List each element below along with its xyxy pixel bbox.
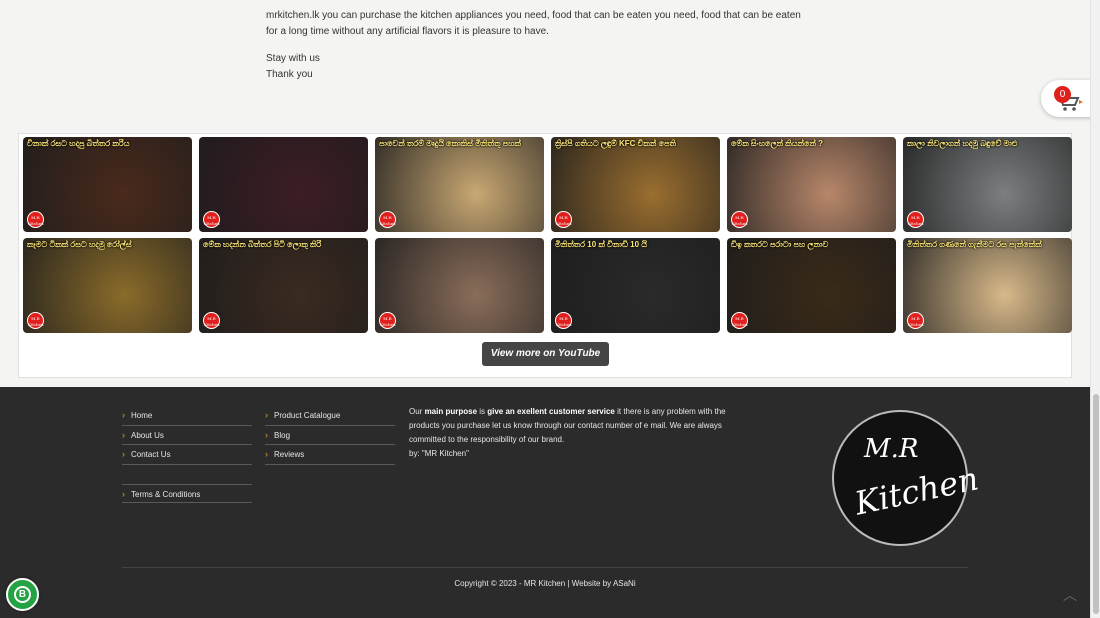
video-thumbnail[interactable]: මේක හදන්න බිත්තර පිටි ලොකු කිරි M.R Kitche… bbox=[199, 238, 368, 333]
chevron-right-icon: › bbox=[265, 410, 268, 420]
intro-line-stay: Stay with us bbox=[266, 53, 320, 64]
footer-spacer bbox=[122, 465, 252, 484]
video-caption: කාලා නිවලාගන් හදමු බඳුවේ මාළු bbox=[907, 139, 1018, 148]
footer-link-blog[interactable]: › Blog bbox=[265, 426, 395, 445]
whatsapp-chat-button[interactable]: B bbox=[6, 578, 39, 611]
video-caption: මිනිත්තර 10 ක් විනාඩි 10 යි bbox=[555, 240, 648, 249]
chevron-right-icon: › bbox=[122, 410, 125, 420]
channel-logo-icon: M.R Kitchen bbox=[907, 211, 924, 228]
video-thumbnail[interactable]: විනාක් රසට හදපු බිත්තර කරිය M.R Kitchen bbox=[23, 137, 192, 232]
footer-divider bbox=[122, 567, 968, 568]
video-thumbnail[interactable]: කාලා නිවලාගන් හදමු බඳුවේ මාළු M.R Kitchen bbox=[903, 137, 1072, 232]
channel-logo-icon: M.R Kitchen bbox=[203, 312, 220, 329]
video-caption: මේක හදන්න බිත්තර පිටි ලොකු කිරි bbox=[203, 240, 322, 249]
channel-logo-icon: M.R Kitchen bbox=[379, 312, 396, 329]
footer-links-column-1: › Home › About Us › Contact Us › Terms & Con… bbox=[122, 406, 252, 503]
footer-links-column-2: › Product Catalogue › Blog › Reviews bbox=[265, 406, 395, 465]
video-caption: මිනිත්තර ගණනේ ගැනීමට රස පැන්කේක් bbox=[907, 240, 1042, 249]
about-signature: by: "MR Kitchen" bbox=[409, 449, 469, 458]
chevron-right-icon: › bbox=[122, 429, 125, 440]
intro-text: mrkitchen.lk you can purchase the kitche… bbox=[266, 8, 826, 94]
video-caption: විනාක් රසට හදපු බිත්තර කරිය bbox=[27, 139, 130, 148]
view-more-youtube-button[interactable]: View more on YouTube bbox=[482, 342, 609, 366]
footer-link-terms[interactable]: › Terms & Conditions bbox=[122, 483, 252, 503]
channel-logo-icon: M.R Kitchen bbox=[203, 211, 220, 228]
channel-logo-icon: M.R Kitchen bbox=[555, 312, 572, 329]
chevron-right-icon: › bbox=[265, 449, 268, 459]
video-grid: විනාක් රසට හදපු බිත්තර කරිය M.R Kitchen M.R… bbox=[23, 137, 1072, 333]
channel-logo-icon: M.R Kitchen bbox=[27, 211, 44, 228]
chevron-right-icon: › bbox=[122, 488, 125, 499]
video-thumbnail[interactable]: මිනිත්තර ගණනේ ගැනීමට රස පැන්කේක් M.R Kitch… bbox=[903, 238, 1072, 333]
video-caption: මේක සිංහලෙන් කියන්නේ ? bbox=[731, 139, 824, 148]
site-footer: › Home › About Us › Contact Us › Terms & Con… bbox=[0, 387, 1090, 618]
copyright-text: Copyright © 2023 - MR Kitchen | Website … bbox=[454, 579, 636, 588]
footer-link-product-catalogue[interactable]: › Product Catalogue bbox=[265, 406, 395, 426]
footer-link-home[interactable]: › Home bbox=[122, 406, 252, 426]
footer-link-reviews[interactable]: › Reviews bbox=[265, 445, 395, 465]
video-thumbnail[interactable]: M.R Kitchen bbox=[375, 238, 544, 333]
channel-logo-icon: M.R Kitchen bbox=[379, 211, 396, 228]
floating-cart-button[interactable]: 0 bbox=[1041, 80, 1093, 117]
video-thumbnail[interactable]: ක්‍රිස්පි ගතියට ලඳුම් KFC චිකන් පෙති M.R K… bbox=[551, 137, 720, 232]
channel-logo-icon: M.R Kitchen bbox=[27, 312, 44, 329]
video-thumbnail[interactable]: පාවෙන් තරම් මෘදුයි කොකිස් මිනිත්තු පහක් M… bbox=[375, 137, 544, 232]
video-caption: ඩිඉ කතරට පරාටා පහ ලනාව bbox=[731, 240, 829, 249]
intro-line-2: for a long time without any artificial f… bbox=[266, 26, 549, 37]
youtube-video-gallery: විනාක් රසට හදපු බිත්තර කරිය M.R Kitchen M.R… bbox=[18, 133, 1072, 378]
video-caption: කෑමට ටිකක් රසට හදමු රෝල්ස් bbox=[27, 240, 132, 249]
mr-kitchen-logo: M.R Kitchen bbox=[832, 410, 982, 546]
footer-link-contact-us[interactable]: › Contact Us bbox=[122, 445, 252, 465]
video-thumbnail[interactable]: මිනිත්තර 10 ක් විනාඩි 10 යි M.R Kitchen bbox=[551, 238, 720, 333]
video-caption: පාවෙන් තරම් මෘදුයි කොකිස් මිනිත්තු පහක් bbox=[379, 139, 521, 148]
intro-section: mrkitchen.lk you can purchase the kitche… bbox=[0, 0, 1090, 124]
scrollbar-thumb[interactable] bbox=[1093, 394, 1099, 614]
intro-line-thanks: Thank you bbox=[266, 69, 313, 80]
channel-logo-icon: M.R Kitchen bbox=[731, 312, 748, 329]
chevron-right-icon: › bbox=[265, 429, 268, 440]
whatsapp-business-icon: B bbox=[14, 586, 31, 603]
video-caption: ක්‍රිස්පි ගතියට ලඳුම් KFC චිකන් පෙති bbox=[555, 139, 676, 148]
about-highlight-main-purpose: main purpose bbox=[424, 407, 478, 416]
footer-about-text: Our main purpose is give an exellent cus… bbox=[409, 407, 726, 458]
channel-logo-icon: M.R Kitchen bbox=[731, 211, 748, 228]
cart-count-badge: 0 bbox=[1054, 86, 1071, 103]
footer-link-about-us[interactable]: › About Us bbox=[122, 426, 252, 445]
video-thumbnail[interactable]: කෑමට ටිකක් රසට හදමු රෝල්ස් M.R Kitchen bbox=[23, 238, 192, 333]
video-thumbnail[interactable]: M.R Kitchen bbox=[199, 137, 368, 232]
scroll-to-top-icon[interactable]: ︿ bbox=[1063, 585, 1077, 605]
video-thumbnail[interactable]: ඩිඉ කතරට පරාටා පහ ලනාව M.R Kitchen bbox=[727, 238, 896, 333]
chevron-right-icon: › bbox=[122, 449, 125, 459]
about-highlight-service: give an exellent customer service bbox=[487, 407, 615, 416]
page-scrollbar[interactable] bbox=[1090, 0, 1100, 618]
video-thumbnail[interactable]: මේක සිංහලෙන් කියන්නේ ? M.R Kitchen bbox=[727, 137, 896, 232]
channel-logo-icon: M.R Kitchen bbox=[555, 211, 572, 228]
channel-logo-icon: M.R Kitchen bbox=[907, 312, 924, 329]
intro-line-1: mrkitchen.lk you can purchase the kitche… bbox=[266, 10, 801, 21]
